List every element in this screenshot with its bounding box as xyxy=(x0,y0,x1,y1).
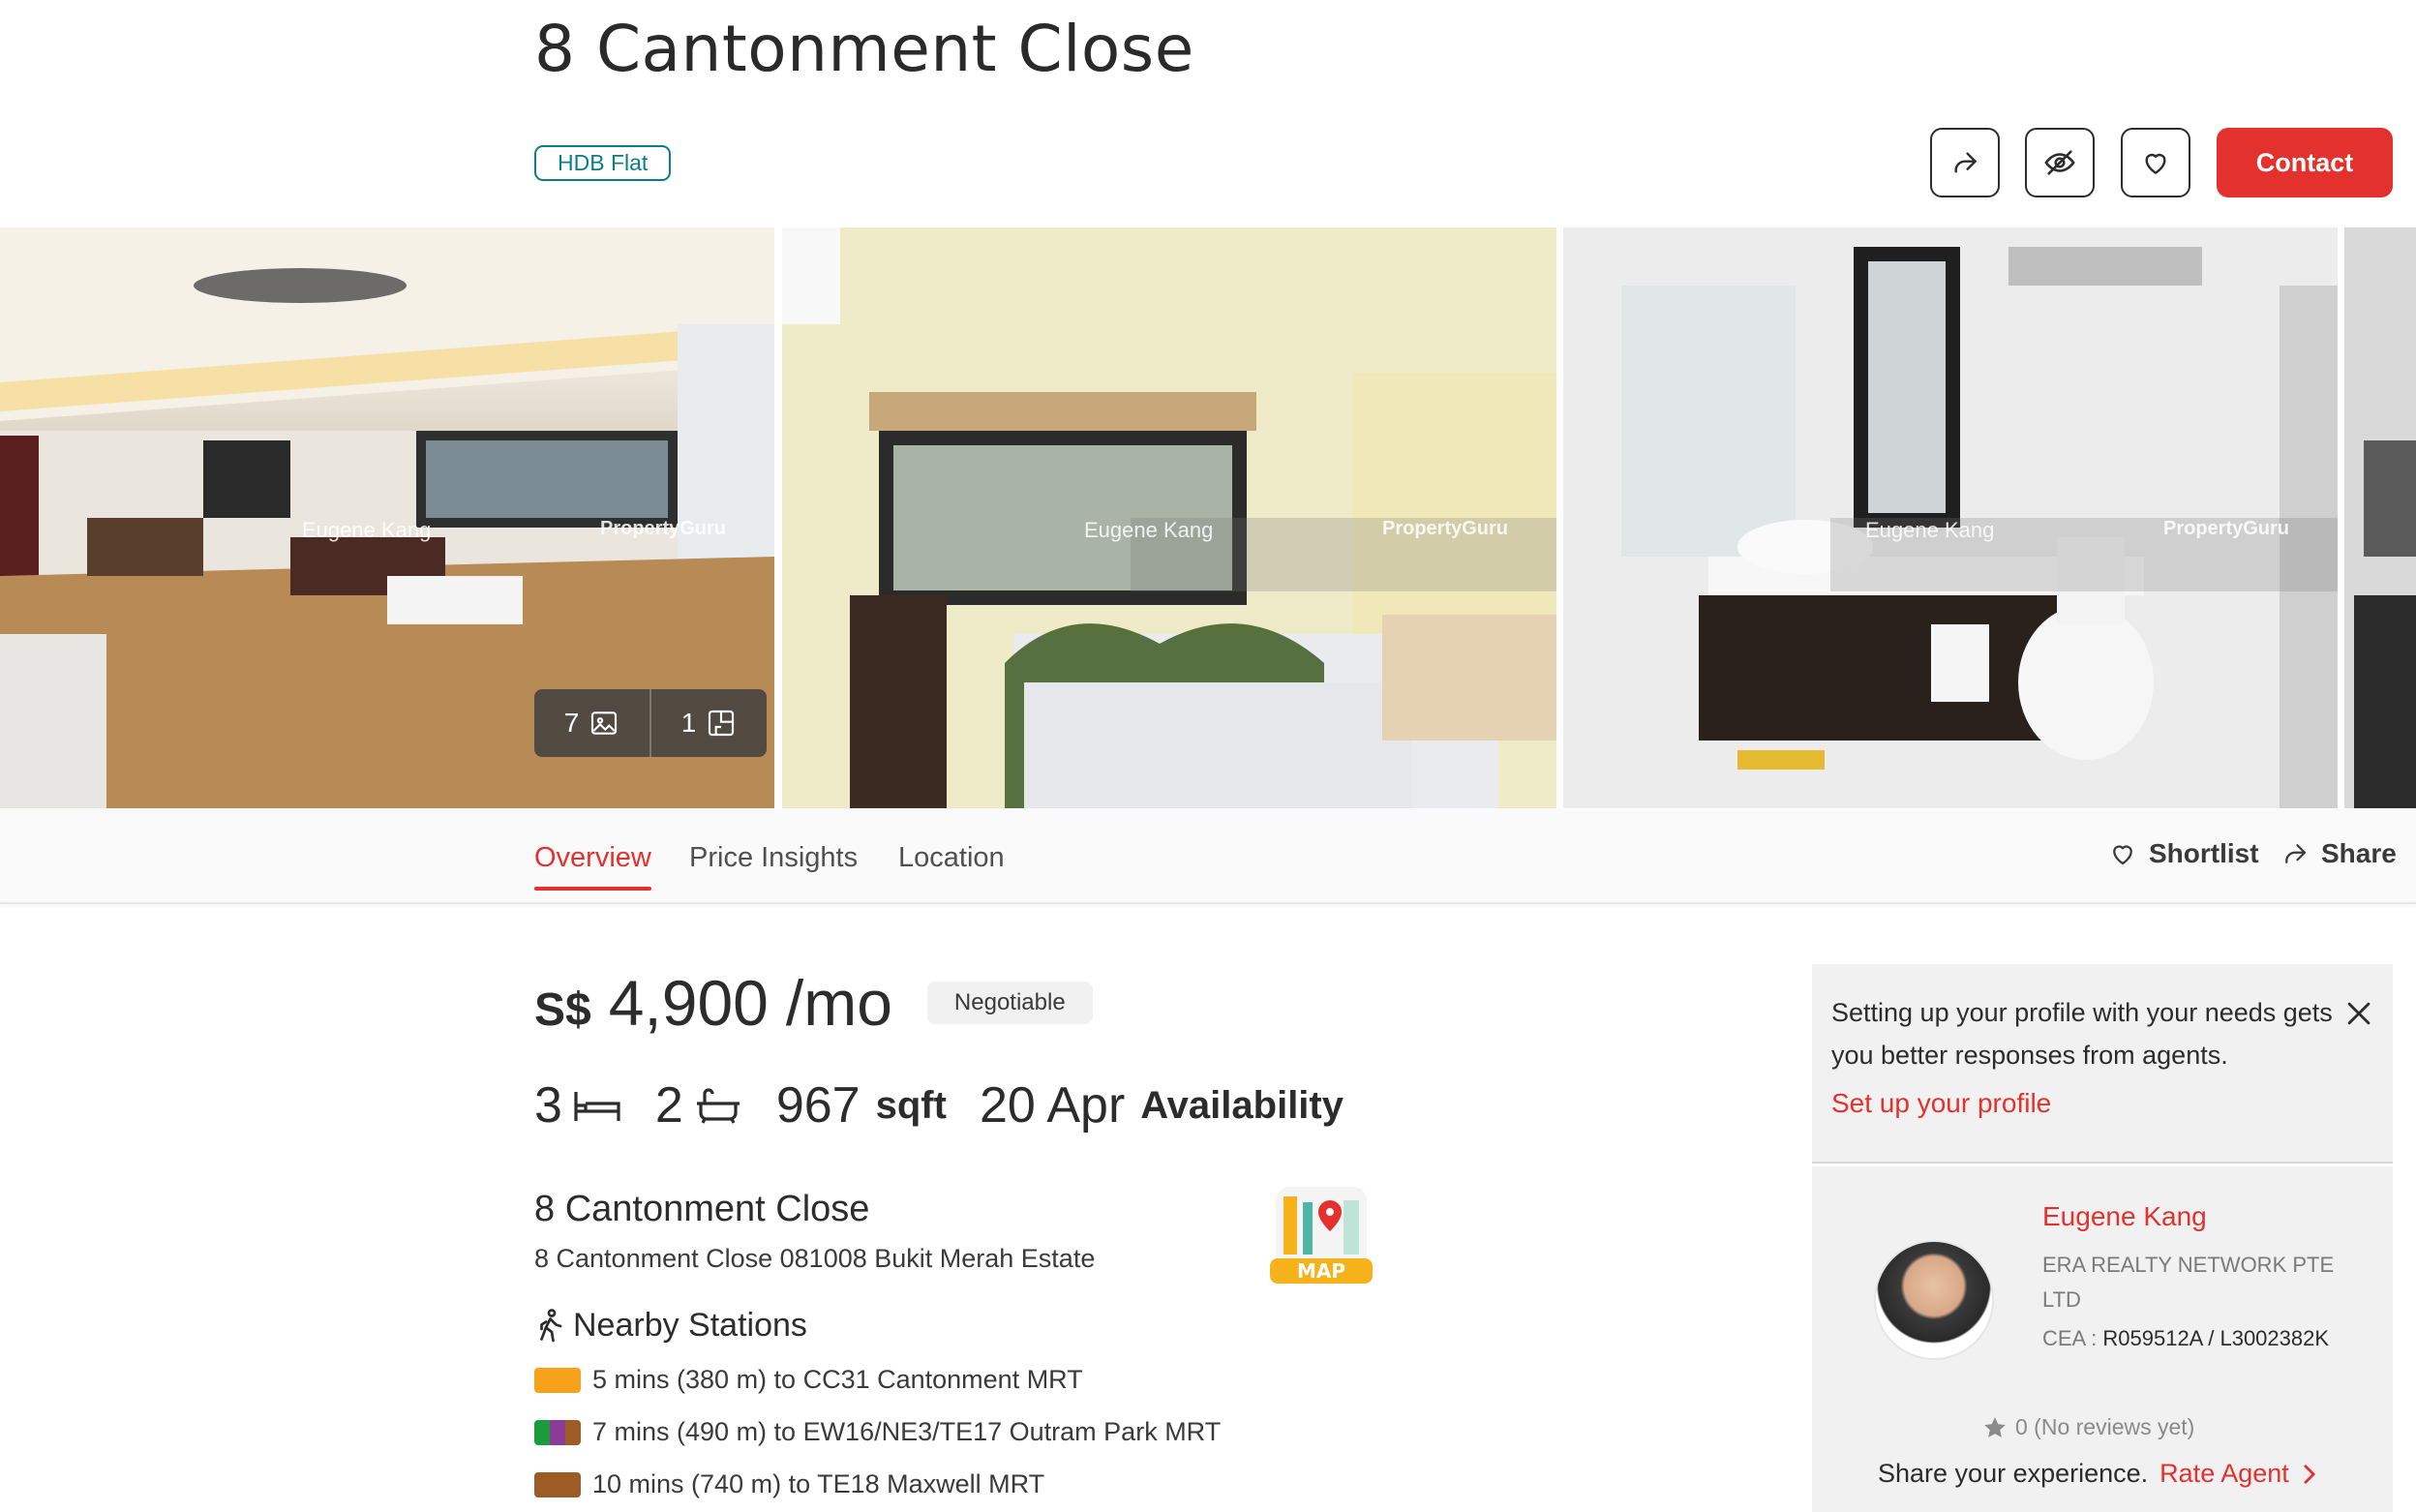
station-text: 10 mins (740 m) to TE18 Maxwell MRT xyxy=(592,1469,1045,1498)
agent-avatar[interactable] xyxy=(1874,1240,1994,1360)
station-text: 7 mins (490 m) to EW16/NE3/TE17 Outram P… xyxy=(592,1417,1222,1446)
watermark-brand: PropertyGuru xyxy=(2163,518,2290,539)
tab-price-insights[interactable]: Price Insights xyxy=(689,842,858,874)
shortlist-button[interactable]: Shortlist xyxy=(2108,838,2259,869)
rate-agent-label: Rate Agent xyxy=(2159,1459,2289,1488)
watermark-agent: Eugene Kang xyxy=(1084,518,1214,542)
photo-gallery[interactable]: Eugene Kang PropertyGuru Eugene Kang Pro… xyxy=(0,227,2416,808)
star-icon xyxy=(1984,1416,2006,1437)
agent-cea: CEA : R059512A / L3002382K xyxy=(2042,1319,2333,1358)
bathrooms: 2 xyxy=(655,1076,743,1134)
station-item: 10 mins (740 m) to TE18 Maxwell MRT xyxy=(534,1469,1044,1499)
rate-agent-link[interactable]: Rate Agent xyxy=(2159,1459,2318,1489)
rating-text: 0 (No reviews yet) xyxy=(2015,1414,2195,1439)
close-button[interactable] xyxy=(2342,997,2375,1030)
gallery-photo-bathroom[interactable]: Eugene Kang PropertyGuru xyxy=(1563,227,2338,808)
price-row: S$ 4,900 /mo Negotiable xyxy=(534,966,1093,1040)
line-color-swatch xyxy=(534,1471,581,1497)
watermark-agent: Eugene Kang xyxy=(1865,518,1995,542)
floorplan-count-button[interactable]: 1 xyxy=(651,689,767,757)
availability-label: Availability xyxy=(1140,1083,1344,1127)
setup-profile-link[interactable]: Set up your profile xyxy=(1831,1088,2051,1119)
bedrooms: 3 xyxy=(534,1076,622,1134)
tab-location[interactable]: Location xyxy=(898,842,1005,874)
availability-date: 20 Apr xyxy=(979,1077,1126,1134)
cea-label: CEA : xyxy=(2042,1326,2098,1350)
map-button[interactable]: MAP xyxy=(1270,1183,1373,1284)
bedroom-count: 3 xyxy=(534,1077,562,1134)
share-button[interactable] xyxy=(1930,128,2000,197)
photo-count-button[interactable]: 7 xyxy=(534,689,649,757)
nearby-stations-heading: Nearby Stations xyxy=(534,1307,807,1345)
area-unit: sqft xyxy=(875,1083,947,1127)
tab-overview[interactable]: Overview xyxy=(534,842,651,891)
share-tab-button[interactable]: Share xyxy=(2280,838,2397,869)
availability: 20 Apr Availability xyxy=(980,1076,1344,1134)
gallery-photo-partial[interactable] xyxy=(2344,227,2416,808)
agent-rating: 0 (No reviews yet) xyxy=(1982,1414,2194,1440)
station-item: 5 mins (380 m) to CC31 Cantonment MRT xyxy=(534,1365,1083,1395)
line-color-swatch xyxy=(534,1419,581,1445)
contact-button[interactable]: Contact xyxy=(2217,128,2393,197)
floor-area: 967 sqft xyxy=(776,1076,947,1134)
watermark-brand: PropertyGuru xyxy=(1382,518,1509,539)
property-specs: 3 2 967 sqft 20 Apr Availability xyxy=(534,1076,1344,1134)
map-label: MAP xyxy=(1297,1259,1345,1283)
property-type-tag: HDB Flat xyxy=(534,145,672,181)
agent-name[interactable]: Eugene Kang xyxy=(2042,1201,2207,1232)
share-experience-text: Share your experience. xyxy=(1878,1459,2149,1488)
heart-icon xyxy=(2113,845,2132,865)
agent-card: Eugene Kang ERA REALTY NETWORK PTE LTD C… xyxy=(1812,1166,2393,1512)
chevron-right-icon xyxy=(2304,1464,2315,1484)
bathroom-count: 2 xyxy=(654,1077,683,1134)
profile-setup-card: Setting up your profile with your needs … xyxy=(1812,964,2393,1164)
price-value: 4,900 xyxy=(608,967,769,1039)
line-color-swatch xyxy=(534,1367,581,1393)
share-icon xyxy=(1954,152,1977,173)
eye-off-icon xyxy=(2044,150,2075,175)
hide-listing-button[interactable] xyxy=(2025,128,2095,197)
floorplan-count: 1 xyxy=(680,708,697,738)
walking-icon xyxy=(540,1308,562,1342)
photo-count: 7 xyxy=(563,708,580,738)
price-unit: /mo xyxy=(785,967,892,1039)
station-text: 5 mins (380 m) to CC31 Cantonment MRT xyxy=(592,1365,1083,1394)
station-item: 7 mins (490 m) to EW16/NE3/TE17 Outram P… xyxy=(534,1417,1221,1447)
map-icon: MAP xyxy=(1270,1187,1373,1284)
watermark-agent: Eugene Kang xyxy=(302,518,432,542)
address-full: 8 Cantonment Close 081008 Bukit Merah Es… xyxy=(534,1244,1096,1273)
bathtub-icon xyxy=(696,1088,740,1124)
partial-photo-illustration xyxy=(2344,227,2416,808)
floorplan-icon xyxy=(709,710,735,737)
agent-review-prompt: Share your experience. Rate Agent xyxy=(1878,1459,2318,1489)
area-value: 967 xyxy=(775,1077,861,1134)
page-title: 8 Cantonment Close xyxy=(534,12,1194,86)
price-currency: S$ xyxy=(534,983,591,1036)
address-title: 8 Cantonment Close xyxy=(534,1189,870,1229)
heart-icon xyxy=(2145,153,2166,174)
cea-value: R059512A / L3002382K xyxy=(2102,1326,2330,1350)
favourite-button[interactable] xyxy=(2121,128,2190,197)
media-counter[interactable]: 7 1 xyxy=(534,689,767,757)
share-label: Share xyxy=(2321,838,2397,868)
negotiable-badge: Negotiable xyxy=(926,982,1093,1024)
watermark-brand: PropertyGuru xyxy=(600,518,727,539)
shortlist-label: Shortlist xyxy=(2149,838,2259,868)
bed-icon xyxy=(574,1092,620,1121)
profile-setup-text: Setting up your profile with your needs … xyxy=(1831,998,2333,1070)
image-icon xyxy=(591,711,618,735)
nearby-stations-title: Nearby Stations xyxy=(573,1307,807,1344)
section-tab-bar: Overview Price Insights Location Shortli… xyxy=(0,809,2416,904)
share-icon xyxy=(2285,844,2307,863)
agent-company: ERA REALTY NETWORK PTE LTD xyxy=(2042,1253,2335,1312)
gallery-photo-bedroom[interactable]: Eugene Kang PropertyGuru xyxy=(782,227,1556,808)
close-icon xyxy=(2347,1002,2371,1025)
